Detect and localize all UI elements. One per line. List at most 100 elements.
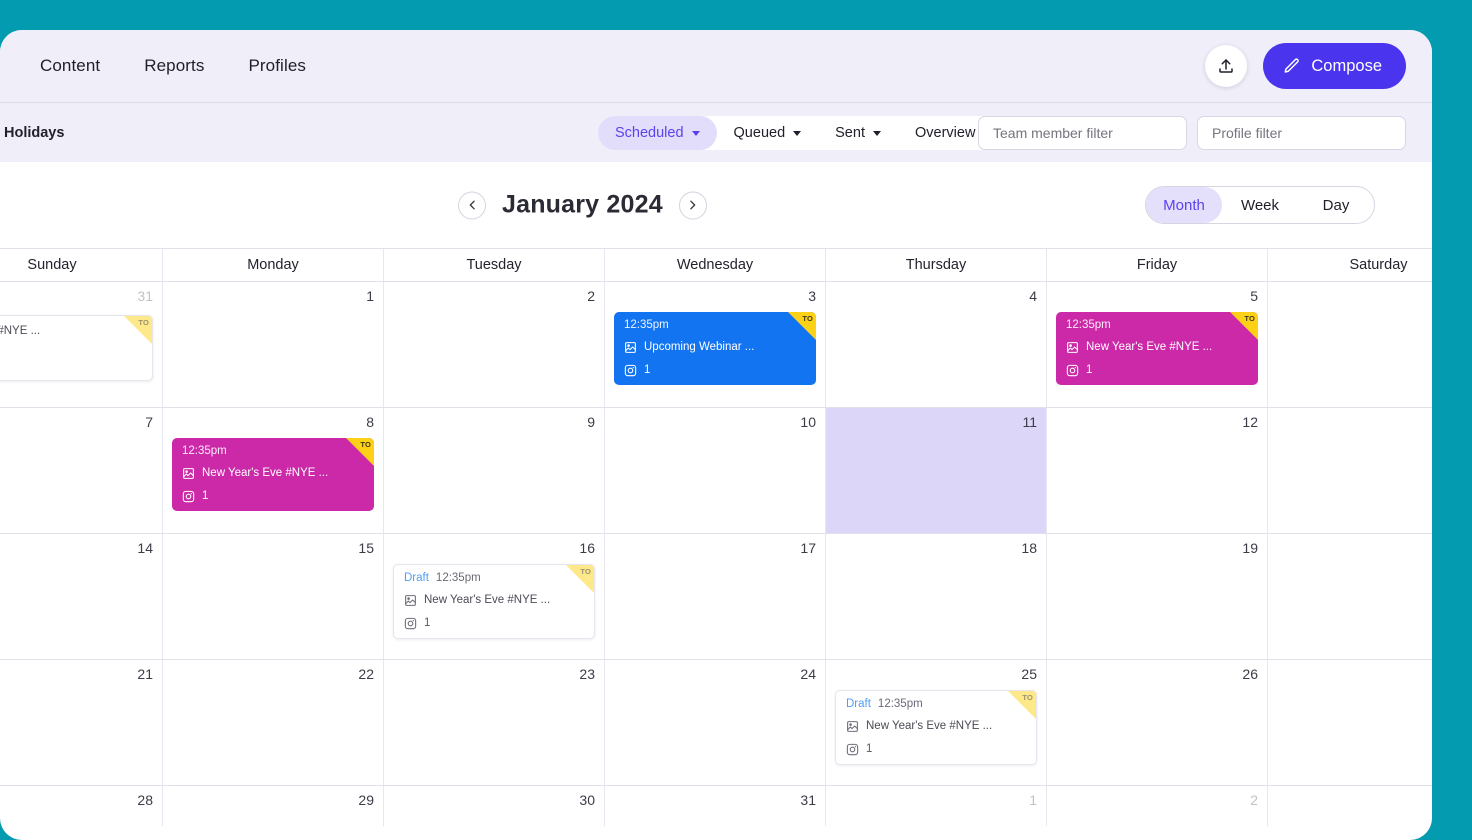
team-member-filter-input[interactable] [978,115,1187,150]
calendar-day-cell[interactable]: 25 Draft 12:35pm New Year's Eve #NYE ... 1 TO [826,660,1047,785]
calendar-event-card[interactable]: 12:35pm New Year's Eve #NYE ... 1 TO [1056,312,1258,385]
event-title: New Year's Eve #NYE ... [1086,341,1213,353]
event-channel-count: 1 [1086,364,1093,376]
event-title: Upcoming Webinar ... [644,341,755,353]
calendar-day-cell[interactable]: 2 [1047,786,1268,826]
event-title: ve #NYE ... [0,324,41,337]
day-number: 2 [1250,792,1258,808]
event-corner-flag: TO [788,312,816,340]
event-corner-flag-label: TO [580,567,591,576]
calendar-day-cell[interactable]: 4 [826,282,1047,407]
previous-month-button[interactable] [458,191,486,219]
event-channel-row: 1 [846,743,1027,756]
tab-sent[interactable]: Sent [818,116,898,150]
event-corner-flag-label: TO [138,318,149,327]
calendar-day-cell[interactable]: 1 [826,786,1047,826]
event-meta-row: 12:35pm [182,445,365,458]
view-mode-day[interactable]: Day [1298,187,1374,223]
calendar-day-cell[interactable]: 22 [163,660,384,785]
day-number: 25 [1021,666,1037,682]
day-number: 9 [587,414,595,430]
view-mode-week[interactable]: Week [1222,187,1298,223]
nav-link-reports[interactable]: Reports [144,56,204,76]
tab-scheduled[interactable]: Scheduled [598,115,717,150]
calendar-day-cell[interactable]: 23 [384,660,605,785]
calendar-event-card[interactable]: Draft 12:35pm New Year's Eve #NYE ... 1 TO [393,564,595,639]
event-channel-row: 1 [404,617,585,630]
calendar-day-cell[interactable]: 31 [605,786,826,826]
day-number: 1 [1029,792,1037,808]
day-number: 4 [1029,288,1037,304]
day-number: 14 [137,540,153,556]
calendar-event-card[interactable]: 12:35pm New Year's Eve #NYE ... 1 TO [172,438,374,511]
profile-filter-input[interactable] [1197,115,1406,150]
calendar-day-cell[interactable]: 9 [384,408,605,533]
calendar-day-cell[interactable]: 18 [826,534,1047,659]
day-number: 17 [800,540,816,556]
calendar-day-cell[interactable]: 19 [1047,534,1268,659]
calendar-day-cell[interactable]: 12 [1047,408,1268,533]
event-corner-flag: TO [566,565,594,593]
calendar-week-row: 7 8 12:35pm New Year's Eve #NYE ... 1 TO 9 10 11… [0,408,1432,534]
image-icon [183,467,194,479]
calendar-event-card[interactable]: Draft 12:35pm New Year's Eve #NYE ... 1 TO [835,690,1037,765]
calendar-day-cell[interactable]: 5 12:35pm New Year's Eve #NYE ... 1 TO [1047,282,1268,407]
day-number: 10 [800,414,816,430]
day-header-thursday: Thursday [826,249,1047,281]
view-mode-month[interactable]: Month [1146,187,1222,223]
tab-scheduled-label: Scheduled [615,124,684,141]
event-title: New Year's Eve #NYE ... [866,720,993,732]
status-tab-group: Scheduled Queued Sent Overview [598,115,1009,150]
calendar-event-card[interactable]: ve #NYE ... TO [0,315,153,381]
event-corner-flag-label: TO [360,440,371,449]
next-month-button[interactable] [678,191,707,219]
calendar-week-row: 21 22 23 24 25 Draft 12:35pm New Year's Eve #NY… [0,660,1432,786]
chevron-left-icon [469,200,475,210]
event-channel-row: 1 [182,490,365,503]
calendar-day-cell[interactable]: 3 12:35pm Upcoming Webinar ... 1 TO [605,282,826,407]
event-corner-flag: TO [1008,691,1036,719]
calendar-day-cell[interactable]: 27 [1268,660,1432,785]
day-of-week-header-row: Sunday Monday Tuesday Wednesday Thursday Frid… [0,248,1432,282]
calendar-day-cell[interactable]: 8 12:35pm New Year's Eve #NYE ... 1 TO [163,408,384,533]
calendar-day-cell[interactable]: 21 [0,660,163,785]
calendar-day-cell[interactable]: 31 ve #NYE ... TO [0,282,163,407]
calendar-grid: Sunday Monday Tuesday Wednesday Thursday Frid… [0,248,1432,826]
calendar-day-cell[interactable]: 30 [384,786,605,826]
calendar-day-cell[interactable]: 7 [0,408,163,533]
calendar-day-cell[interactable]: 13 [1268,408,1432,533]
calendar-day-cell[interactable]: 6 [1268,282,1432,407]
day-header-saturday: Saturday [1268,249,1432,281]
calendar-day-cell[interactable]: 28 [0,786,163,826]
calendar-day-cell[interactable]: 14 [0,534,163,659]
calendar-event-card[interactable]: 12:35pm Upcoming Webinar ... 1 TO [614,312,816,385]
calendar-day-cell[interactable]: 24 [605,660,826,785]
calendar-day-cell[interactable]: 15 [163,534,384,659]
calendar-day-cell[interactable]: 10 [605,408,826,533]
tab-queued[interactable]: Queued [717,116,819,150]
calendar-day-cell[interactable]: 11 [826,408,1047,533]
event-meta-row: Draft 12:35pm [404,572,585,585]
day-header-label: Saturday [1349,257,1408,273]
event-draft-badge: Draft [846,698,871,710]
calendar-day-cell[interactable]: 1 [163,282,384,407]
calendar-day-cell[interactable]: 29 [163,786,384,826]
tab-queued-label: Queued [733,124,786,141]
calendar-day-cell[interactable]: 20 [1268,534,1432,659]
calendar-day-cell[interactable]: 17 [605,534,826,659]
event-title: New Year's Eve #NYE ... [424,594,551,606]
day-header-monday: Monday [163,249,384,281]
calendar-day-cell[interactable]: 2 [384,282,605,407]
instagram-icon [624,364,637,376]
calendar-day-cell[interactable]: 16 Draft 12:35pm New Year's Eve #NYE ... 1 TO [384,534,605,659]
event-meta-row: 12:35pm [624,319,807,332]
day-number: 13 [1277,415,1432,429]
compose-button[interactable]: Compose [1263,43,1406,89]
nav-link-profiles[interactable]: Profiles [248,56,306,76]
day-header-label: Sunday [27,257,77,273]
nav-link-content[interactable]: Content [40,56,100,76]
day-number: 3 [1277,793,1432,807]
calendar-day-cell[interactable]: 3 [1268,786,1432,826]
upload-button[interactable] [1205,45,1248,87]
calendar-day-cell[interactable]: 26 [1047,660,1268,785]
